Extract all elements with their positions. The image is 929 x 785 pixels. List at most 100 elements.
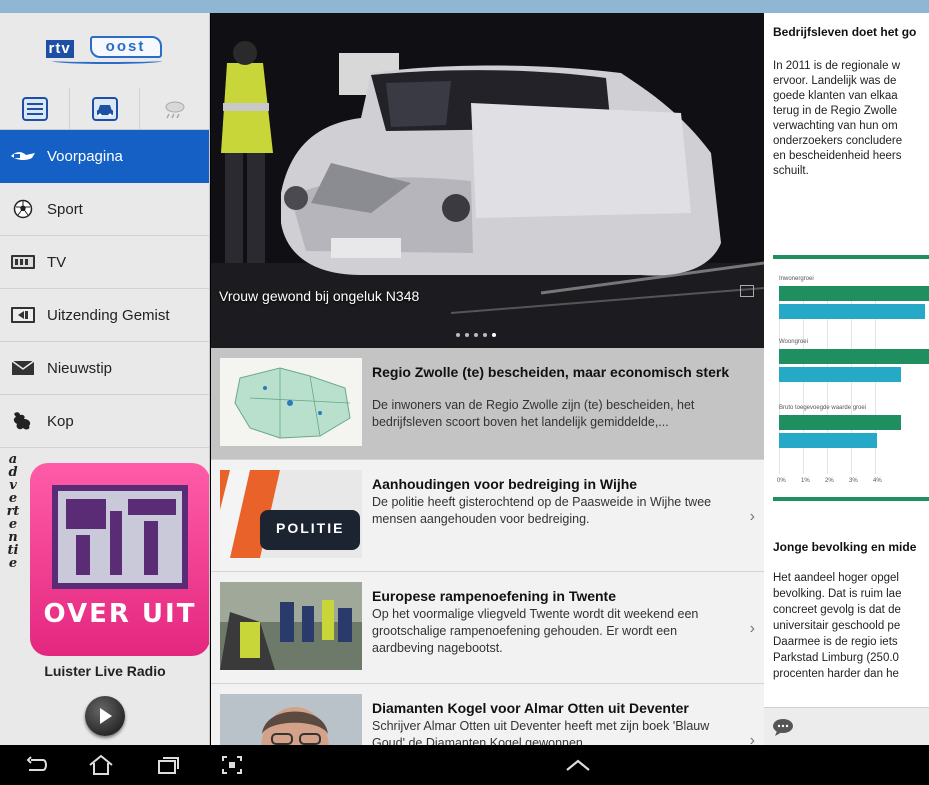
car-traffic-icon xyxy=(91,96,118,121)
sidebar-item-label: Voorpagina xyxy=(47,147,123,165)
sidebar-item-nieuwstip[interactable]: Nieuwstip xyxy=(0,342,209,395)
category-icon-tabs xyxy=(0,88,209,130)
chart-bar xyxy=(779,367,902,382)
chart-bar xyxy=(779,349,929,364)
tv-icon xyxy=(9,251,37,273)
sidebar-item-label: Sport xyxy=(47,200,83,218)
article-thumbnail-police: POLITIE xyxy=(220,470,362,558)
screenshot-icon xyxy=(222,756,242,774)
article-detail-panel: Bedrijfsleven doet het go In 2011 is de … xyxy=(764,13,929,745)
chart-bar xyxy=(779,415,902,430)
chart-tick-label: 1% xyxy=(801,478,810,484)
rtv-oost-logo[interactable]: rtv oost xyxy=(45,32,164,70)
hero-caption: Vrouw gewond bij ongeluk N348 xyxy=(219,288,420,304)
article-thumbnail-portrait xyxy=(220,694,362,745)
hero-slideshow[interactable]: Vrouw gewond bij ongeluk N348 xyxy=(211,13,764,348)
play-radio-button[interactable] xyxy=(85,696,125,736)
chart-bar xyxy=(779,286,929,301)
chart-tick-label: 0% xyxy=(777,478,786,484)
gallery-icon[interactable] xyxy=(740,285,754,297)
detail-line: concreet gevolg is dat de xyxy=(773,604,901,616)
sidebar-item-label: Kop xyxy=(47,412,74,430)
article-description: Op het voormalige vliegveld Twente wordt… xyxy=(372,607,699,655)
tab-news[interactable] xyxy=(0,88,70,129)
kop-icon xyxy=(9,410,37,432)
detail-paragraph-2: Het aandeel hoger opgel bevolking. Dat i… xyxy=(773,570,929,682)
detail-subtitle: Jonge bevolking en mide xyxy=(773,540,917,554)
article-item[interactable]: POLITIE Aanhoudingen voor bedreiging in … xyxy=(211,460,764,572)
home-icon xyxy=(89,754,113,775)
logo-oost-text: oost xyxy=(89,35,162,58)
chevron-right-icon: › xyxy=(749,732,755,745)
sidebar-item-tv[interactable]: TV xyxy=(0,236,209,289)
expand-button[interactable] xyxy=(565,753,591,777)
screenshot-button[interactable] xyxy=(219,753,245,777)
advertisement-banner[interactable]: OVER UIT xyxy=(30,463,209,656)
logo-swoosh xyxy=(51,58,162,64)
status-bar xyxy=(0,0,929,13)
article-item[interactable]: Regio Zwolle (te) bescheiden, maar econo… xyxy=(211,348,764,460)
play-icon xyxy=(100,708,112,724)
article-title: Aanhoudingen voor bedreiging in Wijhe xyxy=(372,476,638,492)
chart-tick-label: 2% xyxy=(825,478,834,484)
news-icon xyxy=(21,96,48,121)
chart-bar xyxy=(779,433,878,448)
logo-rtv-text: rtv xyxy=(45,39,74,58)
tab-weather[interactable] xyxy=(140,88,209,129)
chart-category-label: Inwonergroei xyxy=(779,276,814,282)
article-description: De politie heeft gisterochtend op de Paa… xyxy=(372,495,712,526)
sidebar: rtv oost Voorpagina Sport TV Uitzending … xyxy=(0,13,210,745)
sidebar-item-label: Nieuwstip xyxy=(47,359,113,377)
article-thumbnail-rescue xyxy=(220,582,362,670)
detail-line: schuilt. xyxy=(773,165,809,177)
sidebar-item-uitzending-gemist[interactable]: Uitzending Gemist xyxy=(0,289,209,342)
chart-bar xyxy=(779,304,926,319)
tab-traffic[interactable] xyxy=(70,88,140,129)
article-item[interactable]: Diamanten Kogel voor Almar Otten uit Dev… xyxy=(211,684,764,745)
slide-dot-active xyxy=(492,333,496,337)
detail-line: en bescheidenheid heers xyxy=(773,150,902,162)
live-radio-label: Luister Live Radio xyxy=(44,663,166,679)
news-list-panel: Vrouw gewond bij ongeluk N348 Regio Zwol… xyxy=(211,13,764,745)
envelope-icon xyxy=(9,357,37,379)
detail-line: verwachting van hun om xyxy=(773,120,898,132)
chevron-right-icon: › xyxy=(749,508,755,525)
article-description: De inwoners van de Regio Zwolle zijn (te… xyxy=(372,398,695,429)
back-button[interactable] xyxy=(24,753,50,777)
home-button[interactable] xyxy=(88,753,114,777)
chart-category-label: Woongroei xyxy=(779,339,808,345)
sidebar-item-label: TV xyxy=(47,253,67,271)
chart-category-label: Bruto toegevoegde waarde groei xyxy=(779,405,867,411)
soccer-ball-icon xyxy=(9,198,37,220)
weather-icon xyxy=(165,101,184,118)
detail-line: ervoor. Landelijk was de xyxy=(773,75,897,87)
article-thumbnail-map xyxy=(220,358,362,446)
slide-dot xyxy=(483,333,487,337)
article-title: Diamanten Kogel voor Almar Otten uit Dev… xyxy=(372,700,689,716)
chart-tick-label: 3% xyxy=(849,478,858,484)
slide-indicator xyxy=(456,333,496,337)
detail-title: Bedrijfsleven doet het go xyxy=(773,25,917,39)
system-navigation-bar xyxy=(0,745,929,785)
police-text: POLITIE xyxy=(276,520,345,536)
comment-icon[interactable] xyxy=(772,718,794,736)
detail-line: goede klanten van elkaa xyxy=(773,90,898,102)
sidebar-item-voorpagina[interactable]: Voorpagina xyxy=(0,130,209,183)
replay-icon xyxy=(9,304,37,326)
detail-line: In 2011 is de regionale w xyxy=(773,60,901,72)
back-icon xyxy=(26,756,47,771)
article-item[interactable]: Europese rampenoefening in Twente Op het… xyxy=(211,572,764,684)
article-title: Regio Zwolle (te) bescheiden, maar econo… xyxy=(372,364,730,380)
detail-paragraph: In 2011 is de regionale w ervoor. Landel… xyxy=(773,59,929,179)
sidebar-item-sport[interactable]: Sport xyxy=(0,183,209,236)
sidebar-item-kop[interactable]: Kop xyxy=(0,395,209,448)
slide-dot xyxy=(465,333,469,337)
comments-bar[interactable] xyxy=(764,707,929,745)
recent-apps-button[interactable] xyxy=(155,753,181,777)
chart-tick-label: 4% xyxy=(873,478,882,484)
chart-top-rule xyxy=(773,255,929,259)
ad-slogan: OVER UIT xyxy=(43,599,197,629)
detail-line: bevolking. Dat is ruim lae xyxy=(773,588,902,600)
logo-area: rtv oost xyxy=(0,13,209,88)
chevron-right-icon: › xyxy=(749,620,755,637)
